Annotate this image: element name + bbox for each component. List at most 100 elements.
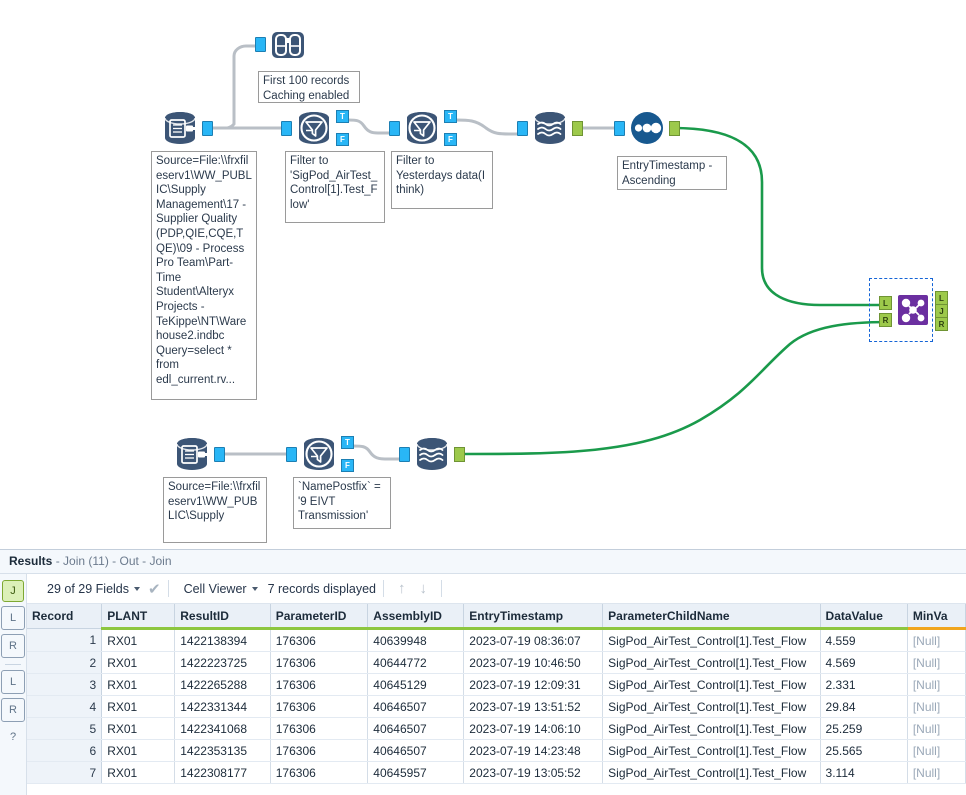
cell-assemblyid[interactable]: 40645957 [367, 761, 465, 784]
cell-plant[interactable]: RX01 [101, 761, 176, 784]
cell-assemblyid[interactable]: 40646507 [367, 717, 465, 740]
scroll-down-icon[interactable]: ↓ [412, 580, 434, 597]
data-input-tool-2-anchor-in-0[interactable] [214, 447, 225, 462]
cell-parameterchildname[interactable]: SigPod_AirTest_Control[1].Test_Flow [602, 717, 821, 740]
filter-tool-2-anchor-t-1[interactable]: T [444, 110, 457, 123]
browse-tool-anchor-in-0[interactable] [255, 37, 266, 52]
results-table[interactable]: Record PLANT ResultID ParameterID AssemblyID… [27, 604, 966, 784]
results-pane[interactable]: Results - Join (11) - Out - Join ☰LRLJR?… [0, 549, 966, 795]
fields-selector[interactable]: 29 of 29 Fields [39, 578, 148, 599]
data-input-tool-1[interactable] [158, 106, 213, 150]
column-header-datavalue[interactable]: DataValue [820, 604, 908, 630]
cell-parameterchildname[interactable]: SigPod_AirTest_Control[1].Test_Flow [602, 651, 821, 674]
cell-parameterchildname[interactable]: SigPod_AirTest_Control[1].Test_Flow [602, 673, 821, 696]
chevron-down-icon-2[interactable] [251, 586, 258, 591]
cell-parameterchildname[interactable]: SigPod_AirTest_Control[1].Test_Flow [602, 628, 821, 652]
cell-plant[interactable]: RX01 [101, 628, 176, 652]
cell-record[interactable]: 6 [27, 739, 103, 762]
cell-parameterid[interactable]: 176306 [270, 761, 369, 784]
filter-tool-1-anchor-t-1[interactable]: T [336, 110, 349, 123]
cell-resultid[interactable]: 1422308177 [174, 761, 271, 784]
cell-minval[interactable]: [Null] [907, 761, 966, 784]
output-r-icon[interactable]: R [1, 698, 25, 722]
cell-parameterid[interactable]: 176306 [270, 739, 369, 762]
cell-resultid[interactable]: 1422331344 [174, 695, 271, 718]
cell-entrytimestamp[interactable]: 2023-07-19 13:05:52 [463, 761, 604, 784]
cell-record[interactable]: 1 [27, 628, 103, 652]
cell-parameterchildname[interactable]: SigPod_AirTest_Control[1].Test_Flow [602, 739, 821, 762]
cell-datavalue[interactable]: 29.84 [820, 695, 908, 718]
help-icon[interactable]: ? [2, 726, 24, 748]
cell-datavalue[interactable]: 25.565 [820, 739, 908, 762]
table-row[interactable]: 6 RX01 1422353135 176306 40646507 2023-07-19 … [27, 739, 966, 762]
column-header-resultid[interactable]: ResultID [174, 604, 271, 630]
cell-resultid[interactable]: 1422341068 [174, 717, 271, 740]
cell-parameterid[interactable]: 176306 [270, 651, 369, 674]
cell-plant[interactable]: RX01 [101, 673, 176, 696]
data-stream-in-tool-2[interactable] [399, 432, 465, 476]
data-input-tool-1-anchor-in-0[interactable] [202, 121, 213, 136]
filter-tool-3-anchor-t-1[interactable]: T [341, 436, 354, 449]
cell-resultid[interactable]: 1422223725 [174, 651, 271, 674]
cell-entrytimestamp[interactable]: 2023-07-19 08:36:07 [463, 628, 604, 652]
table-body[interactable]: 1 RX01 1422138394 176306 40639948 2023-07-19 … [27, 628, 966, 784]
cell-viewer-selector[interactable]: Cell Viewer [176, 578, 266, 599]
table-row[interactable]: 4 RX01 1422331344 176306 40646507 2023-07-19 … [27, 695, 966, 718]
cell-parameterid[interactable]: 176306 [270, 628, 369, 652]
cell-entrytimestamp[interactable]: 2023-07-19 12:09:31 [463, 673, 604, 696]
filter-tool-2[interactable]: TF [389, 106, 457, 150]
data-stream-in-tool-1[interactable] [517, 106, 583, 150]
filter-tool-2-anchor-in-0[interactable] [389, 121, 400, 136]
column-header-entrytimestamp[interactable]: EntryTimestamp [463, 604, 604, 630]
cell-entrytimestamp[interactable]: 2023-07-19 14:06:10 [463, 717, 604, 740]
filter-tool-1-anchor-f-2[interactable]: F [336, 133, 349, 146]
cell-assemblyid[interactable]: 40639948 [367, 628, 465, 652]
data-input-tool-2[interactable] [170, 432, 225, 476]
cell-parameterchildname[interactable]: SigPod_AirTest_Control[1].Test_Flow [602, 761, 821, 784]
data-input-tool-1-annotation[interactable]: Source=File:\\frxfileserv1\WW_PUBLIC\Sup… [151, 151, 257, 400]
cell-resultid[interactable]: 1422265288 [174, 673, 271, 696]
join-tool-anchor-j-3[interactable]: J [935, 304, 948, 318]
data-stream-in-tool-1-anchor-in-0[interactable] [517, 121, 528, 136]
cell-datavalue[interactable]: 3.114 [820, 761, 908, 784]
check-icon[interactable]: ✔ [148, 580, 161, 598]
input-r-icon[interactable]: R [1, 634, 25, 658]
cell-record[interactable]: 4 [27, 695, 103, 718]
column-header-parameterid[interactable]: ParameterID [270, 604, 369, 630]
output-j-icon[interactable]: J [2, 580, 24, 602]
filter-tool-3-anchor-f-2[interactable]: F [341, 459, 354, 472]
join-tool-anchor-r-4[interactable]: R [935, 317, 948, 331]
cell-plant[interactable]: RX01 [101, 695, 176, 718]
cell-datavalue[interactable]: 4.559 [820, 628, 908, 652]
filter-tool-1[interactable]: TF [281, 106, 349, 150]
filter-tool-3-annotation[interactable]: `NamePostfix` = '9 EIVT Transmission' [293, 477, 391, 529]
table-row[interactable]: 5 RX01 1422341068 176306 40646507 2023-07-19 … [27, 717, 966, 740]
chevron-down-icon[interactable] [134, 586, 140, 591]
cell-resultid[interactable]: 1422138394 [174, 628, 271, 652]
table-row[interactable]: 7 RX01 1422308177 176306 40645957 2023-07-19 … [27, 761, 966, 784]
filter-tool-3-anchor-in-0[interactable] [286, 447, 297, 462]
column-header-plant[interactable]: PLANT [101, 604, 176, 630]
cell-record[interactable]: 7 [27, 761, 103, 784]
cell-parameterid[interactable]: 176306 [270, 717, 369, 740]
browse-tool[interactable] [255, 22, 310, 66]
cell-assemblyid[interactable]: 40646507 [367, 739, 465, 762]
filter-tool-2-annotation[interactable]: Filter to Yesterdays data(I think) [391, 151, 493, 209]
cell-parameterchildname[interactable]: SigPod_AirTest_Control[1].Test_Flow [602, 695, 821, 718]
table-row[interactable]: 3 RX01 1422265288 176306 40645129 2023-07-19 … [27, 673, 966, 696]
results-icon-rail[interactable]: ☰LRLJR? [0, 574, 27, 795]
sort-tool-annotation[interactable]: EntryTimestamp - Ascending [617, 156, 727, 190]
cell-parameterid[interactable]: 176306 [270, 673, 369, 696]
cell-assemblyid[interactable]: 40646507 [367, 695, 465, 718]
cell-entrytimestamp[interactable]: 2023-07-19 13:51:52 [463, 695, 604, 718]
filter-tool-1-anchor-in-0[interactable] [281, 121, 292, 136]
data-stream-in-tool-1-anchor-out-1[interactable] [572, 121, 583, 136]
cell-datavalue[interactable]: 25.259 [820, 717, 908, 740]
cell-plant[interactable]: RX01 [101, 717, 176, 740]
table-row[interactable]: 1 RX01 1422138394 176306 40639948 2023-07-19 … [27, 628, 966, 652]
cell-minval[interactable]: [Null] [907, 739, 966, 762]
column-header-record[interactable]: Record [27, 604, 103, 629]
cell-datavalue[interactable]: 4.569 [820, 651, 908, 674]
filter-tool-1-annotation[interactable]: Filter to 'SigPod_AirTest_Control[1].Tes… [285, 151, 385, 223]
cell-record[interactable]: 5 [27, 717, 103, 740]
